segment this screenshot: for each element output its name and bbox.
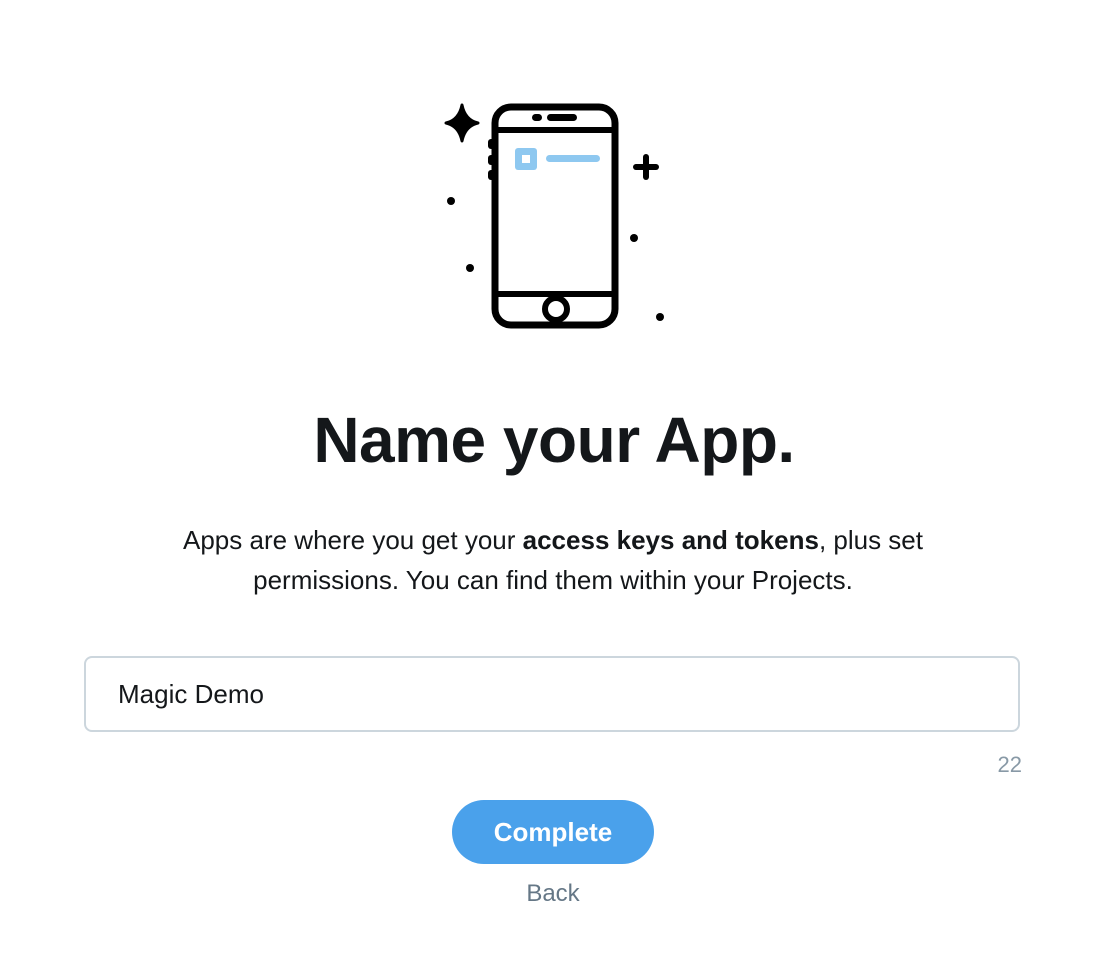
plus-icon: [633, 154, 659, 180]
back-link[interactable]: Back: [0, 880, 1106, 908]
description-bold-text: access keys and tokens: [522, 525, 819, 555]
page-description: Apps are where you get your access keys …: [130, 520, 976, 600]
name-app-page: Name your App. Apps are where you get yo…: [0, 0, 1114, 970]
app-name-input[interactable]: [84, 656, 1020, 732]
page-title: Name your App.: [313, 404, 795, 476]
sparkle-icon: [444, 103, 480, 143]
smartphone-illustration-icon: [444, 103, 664, 329]
complete-button[interactable]: Complete: [452, 800, 654, 864]
character-counter: 22: [997, 752, 1022, 777]
description-text-start: Apps are where you get your: [183, 525, 523, 555]
